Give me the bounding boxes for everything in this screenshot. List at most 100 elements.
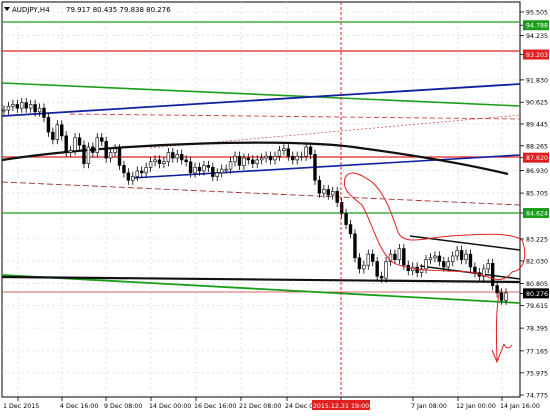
candle-body: [20, 102, 24, 109]
candle-body: [495, 285, 499, 294]
candle-body: [384, 261, 388, 279]
time-tick: 2015.12.31 19:00: [312, 397, 370, 410]
price-tick: 80.805: [520, 281, 548, 288]
candle-body: [415, 266, 419, 273]
price-tick: 80.276: [520, 288, 549, 299]
time-tick-label: 4 Dec 16:00: [60, 403, 98, 410]
candle-body: [473, 266, 477, 273]
candle-body: [144, 166, 148, 174]
time-tick: 21 Dec 08:00: [239, 397, 281, 410]
time-tick: 16 Dec 16:00: [194, 397, 236, 410]
candle-body: [402, 248, 406, 266]
price-tick-label: 79.615: [526, 303, 548, 310]
candle-body: [224, 168, 228, 171]
candle-body: [486, 263, 490, 270]
price-tick-label: 87.620: [526, 155, 548, 162]
price-tick-label: 91.830: [526, 77, 548, 84]
candle: [353, 229, 357, 263]
candle-body: [113, 148, 117, 153]
candle-body: [15, 104, 20, 109]
candle-body: [126, 172, 131, 181]
price-tick-label: 80.276: [526, 291, 548, 298]
price-tick-label: 94.788: [526, 23, 548, 30]
candle-body: [157, 159, 162, 164]
candle-body: [468, 253, 473, 268]
price-tick: 79.615: [520, 303, 548, 310]
time-tick-label: 1 Dec 2015: [3, 403, 39, 410]
candle-body: [362, 264, 366, 270]
candle-body: [357, 257, 362, 270]
price-tick-label: 93.203: [526, 52, 548, 59]
price-tick-label: 77.165: [526, 348, 548, 355]
candle-body: [184, 159, 188, 163]
candle-body: [464, 253, 468, 260]
price-tick: 87.620: [520, 152, 549, 163]
candle-body: [295, 155, 299, 161]
candle-body: [268, 155, 273, 161]
candle-body: [259, 157, 264, 161]
candle-body: [282, 148, 286, 151]
candle-body: [104, 141, 108, 159]
candle-body: [371, 253, 375, 262]
candle-body: [46, 117, 51, 133]
candle-body: [11, 104, 15, 107]
candle-body: [499, 292, 504, 301]
candle-body: [308, 146, 313, 155]
time-tick: 14 Dec 00:00: [149, 397, 191, 410]
candle-body: [455, 250, 459, 257]
price-tick: 91.830: [520, 77, 548, 84]
candle-body: [326, 189, 331, 196]
price-tick: 83.225: [520, 236, 548, 243]
candle-body: [317, 179, 322, 194]
candle-body: [153, 159, 157, 163]
price-tick-label: 85.705: [526, 191, 548, 198]
candle-body: [353, 233, 357, 259]
symbol-timeframe: AUDJPY,H4: [12, 6, 50, 14]
time-tick-label: 7 Jan 08:00: [411, 403, 447, 410]
candle-body: [504, 292, 508, 301]
candle-body: [450, 255, 455, 262]
ohlc-values: 79.917 80.435 79.838 80.276: [66, 6, 171, 14]
price-tick: 78.395: [520, 326, 548, 333]
price-tick: 85.705: [520, 191, 548, 198]
time-tick: 4 Dec 16:00: [60, 397, 98, 410]
candle-body: [255, 159, 259, 164]
price-tick-label: 90.625: [526, 100, 548, 107]
candle-body: [228, 161, 233, 170]
candle-body: [246, 157, 251, 161]
candle-body: [459, 250, 464, 260]
price-tick-label: 80.805: [526, 281, 548, 288]
time-tick: 7 Jan 08:00: [411, 397, 447, 410]
candle-body: [55, 124, 60, 140]
price-tick: 77.165: [520, 348, 548, 355]
candle-body: [437, 255, 442, 262]
chart-window[interactable]: AUDJPY,H4 79.917 80.435 79.838 80.276 95…: [0, 0, 550, 413]
candle-body: [286, 148, 291, 157]
candle: [313, 149, 317, 185]
time-tick-label: 21 Dec 08:00: [239, 403, 281, 410]
candle-body: [264, 155, 268, 159]
candle-body: [277, 150, 282, 157]
candle-body: [299, 155, 304, 158]
candle-body: [375, 261, 379, 277]
time-tick-label: 12 Jan 00:00: [456, 403, 496, 410]
candle-body: [202, 165, 206, 172]
candle-body: [51, 131, 55, 140]
candle-body: [6, 106, 11, 111]
candle-body: [251, 159, 255, 164]
candle-body: [2, 109, 6, 112]
candle-body: [197, 166, 202, 172]
candle-body: [397, 248, 402, 260]
plot-area[interactable]: [1, 1, 521, 398]
time-tick-label: 9 Dec 08:00: [104, 403, 142, 410]
candle-body: [188, 161, 193, 174]
price-tick-label: 84.624: [526, 211, 548, 218]
candle-body: [237, 155, 242, 166]
price-tick: 84.624: [520, 208, 549, 219]
candle-body: [108, 152, 113, 159]
candle-body: [140, 170, 144, 174]
price-tick-label: 95.505: [526, 10, 548, 17]
time-tick: 1 Dec 2015: [3, 397, 39, 410]
price-tick: 93.203: [520, 49, 549, 60]
candle-body: [68, 150, 73, 153]
